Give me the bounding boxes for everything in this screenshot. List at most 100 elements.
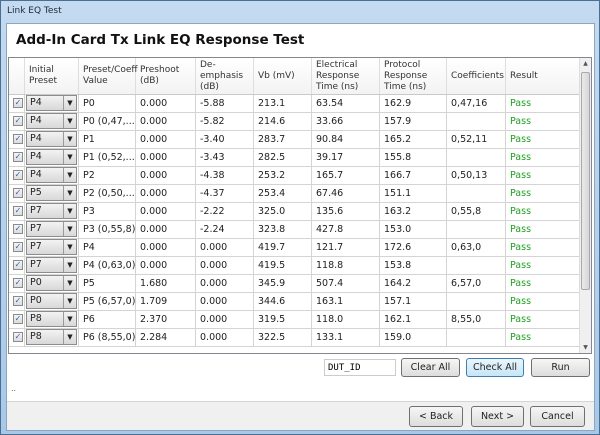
chevron-down-icon[interactable]: ▼	[63, 132, 76, 146]
protocol-response-cell: 153.8	[380, 257, 447, 274]
column-header[interactable]: Result	[506, 58, 581, 94]
column-header[interactable]: Coefficients	[447, 58, 506, 94]
scroll-thumb[interactable]	[581, 72, 590, 290]
initial-preset-dropdown[interactable]: P4 ▼	[26, 95, 77, 111]
coefficients-cell: 0,55,8	[447, 203, 506, 220]
protocol-response-cell: 164.2	[380, 275, 447, 292]
chevron-down-icon[interactable]: ▼	[63, 186, 76, 200]
initial-preset-dropdown[interactable]: P4 ▼	[26, 167, 77, 183]
initial-preset-dropdown[interactable]: P7 ▼	[26, 203, 77, 219]
chevron-down-icon[interactable]: ▼	[63, 168, 76, 182]
row-checkbox-cell: ✓	[9, 257, 25, 274]
row-checkbox[interactable]: ✓	[13, 314, 23, 324]
row-checkbox[interactable]: ✓	[13, 332, 23, 342]
chevron-down-icon[interactable]: ▼	[63, 294, 76, 308]
initial-preset-dropdown[interactable]: P4 ▼	[26, 149, 77, 165]
back-button[interactable]: < Back	[409, 406, 463, 427]
vb-cell: 214.6	[254, 113, 312, 130]
next-button[interactable]: Next >	[471, 406, 524, 427]
row-checkbox-cell: ✓	[9, 221, 25, 238]
initial-preset-dropdown[interactable]: P7 ▼	[26, 257, 77, 273]
clear-all-button[interactable]: Clear All	[401, 358, 460, 377]
row-checkbox[interactable]: ✓	[13, 260, 23, 270]
initial-preset-dropdown[interactable]: P5 ▼	[26, 185, 77, 201]
initial-preset-dropdown[interactable]: P4 ▼	[26, 113, 77, 129]
column-header[interactable]: Protocol Response Time (ns)	[380, 58, 447, 94]
chevron-down-icon[interactable]: ▼	[63, 150, 76, 164]
coefficients-cell: 8,55,0	[447, 311, 506, 328]
column-header[interactable]: Preset/Coeff Value	[79, 58, 138, 94]
run-button[interactable]: Run	[531, 358, 590, 377]
row-checkbox-cell: ✓	[9, 95, 25, 112]
de-emphasis-cell: -4.37	[196, 185, 254, 202]
de-emphasis-cell: 0.000	[196, 311, 254, 328]
preset-coeff-cell: P2 (0,50,...	[79, 185, 136, 202]
row-checkbox[interactable]: ✓	[13, 296, 23, 306]
chevron-down-icon[interactable]: ▼	[63, 330, 76, 344]
initial-preset-dropdown[interactable]: P8 ▼	[26, 311, 77, 327]
chevron-down-icon[interactable]: ▼	[63, 276, 76, 290]
coefficients-cell: 0,50,13	[447, 167, 506, 184]
de-emphasis-cell: -3.43	[196, 149, 254, 166]
chevron-down-icon[interactable]: ▼	[63, 312, 76, 326]
scroll-up-icon[interactable]: ▲	[580, 60, 591, 67]
vb-cell: 345.9	[254, 275, 312, 292]
table-row: ✓ P8 ▼ P6 2.370 0.000 319.5 118.0 162.1 8,55,0 Pas…	[9, 311, 581, 329]
electrical-response-cell: 63.54	[312, 95, 380, 112]
chevron-down-icon[interactable]: ▼	[63, 204, 76, 218]
row-checkbox[interactable]: ✓	[13, 188, 23, 198]
column-header[interactable]: Preshoot (dB)	[136, 58, 196, 94]
row-checkbox[interactable]: ✓	[13, 278, 23, 288]
vertical-scrollbar[interactable]: ▲ ▼	[579, 58, 591, 353]
initial-preset-dropdown[interactable]: P4 ▼	[26, 131, 77, 147]
initial-preset-dropdown[interactable]: P0 ▼	[26, 293, 77, 309]
row-checkbox[interactable]: ✓	[13, 224, 23, 234]
coefficients-cell	[447, 113, 506, 130]
protocol-response-cell: 155.8	[380, 149, 447, 166]
electrical-response-cell: 165.7	[312, 167, 380, 184]
preset-coeff-cell: P5 (6,57,0)	[79, 293, 136, 310]
electrical-response-cell: 118.8	[312, 257, 380, 274]
row-checkbox[interactable]: ✓	[13, 206, 23, 216]
preset-coeff-cell: P3 (0,55,8)	[79, 221, 136, 238]
column-header[interactable]	[9, 58, 25, 94]
row-checkbox[interactable]: ✓	[13, 152, 23, 162]
column-header[interactable]: Vb (mV)	[254, 58, 312, 94]
initial-preset-value: P7	[30, 205, 42, 216]
initial-preset-dropdown[interactable]: P7 ▼	[26, 239, 77, 255]
initial-preset-cell: P7 ▼	[25, 239, 79, 256]
preshoot-cell: 0.000	[136, 239, 196, 256]
scroll-down-icon[interactable]: ▼	[580, 344, 591, 351]
column-header[interactable]: Initial Preset	[25, 58, 79, 94]
protocol-response-cell: 153.0	[380, 221, 447, 238]
result-cell: Pass	[506, 311, 581, 328]
de-emphasis-cell: -3.40	[196, 131, 254, 148]
chevron-down-icon[interactable]: ▼	[63, 114, 76, 128]
initial-preset-dropdown[interactable]: P8 ▼	[26, 329, 77, 345]
initial-preset-value: P4	[30, 169, 42, 180]
preshoot-cell: 1.709	[136, 293, 196, 310]
preshoot-cell: 2.370	[136, 311, 196, 328]
initial-preset-cell: P4 ▼	[25, 149, 79, 166]
check-all-button[interactable]: Check All	[466, 358, 524, 377]
dut-id-input[interactable]	[324, 359, 396, 376]
row-checkbox[interactable]: ✓	[13, 116, 23, 126]
result-cell: Pass	[506, 113, 581, 130]
chevron-down-icon[interactable]: ▼	[63, 258, 76, 272]
chevron-down-icon[interactable]: ▼	[63, 222, 76, 236]
table-row: ✓ P7 ▼ P4 0.000 0.000 419.7 121.7 172.6 0,63,0 Pas…	[9, 239, 581, 257]
chevron-down-icon[interactable]: ▼	[63, 96, 76, 110]
column-header[interactable]: Electrical Response Time (ns)	[312, 58, 380, 94]
chevron-down-icon[interactable]: ▼	[63, 240, 76, 254]
column-header[interactable]: De-emphasis (dB)	[196, 58, 254, 94]
row-checkbox[interactable]: ✓	[13, 242, 23, 252]
coefficients-cell: 0,47,16	[447, 95, 506, 112]
initial-preset-dropdown[interactable]: P7 ▼	[26, 221, 77, 237]
cancel-button[interactable]: Cancel	[530, 406, 585, 427]
row-checkbox-cell: ✓	[9, 239, 25, 256]
row-checkbox[interactable]: ✓	[13, 170, 23, 180]
initial-preset-dropdown[interactable]: P0 ▼	[26, 275, 77, 291]
preshoot-cell: 0.000	[136, 203, 196, 220]
row-checkbox[interactable]: ✓	[13, 134, 23, 144]
row-checkbox[interactable]: ✓	[13, 98, 23, 108]
